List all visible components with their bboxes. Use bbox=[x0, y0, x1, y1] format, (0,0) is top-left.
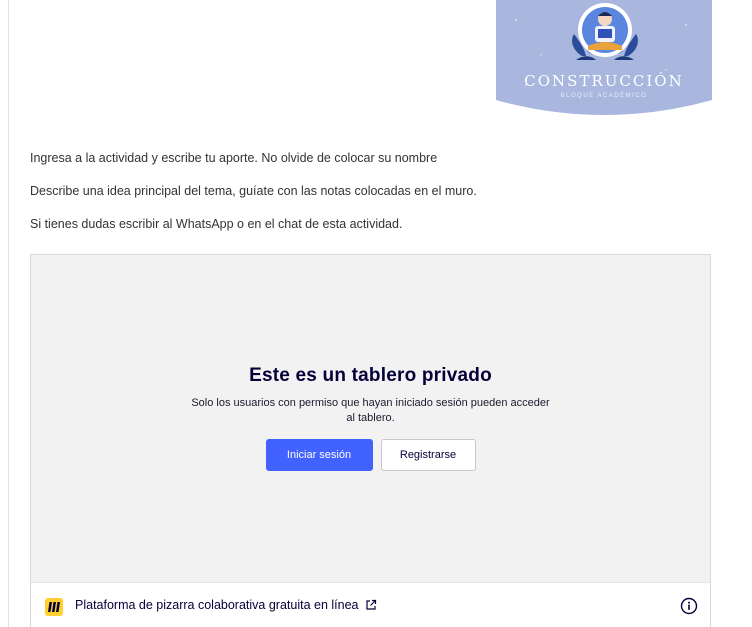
instruction-line: Si tienes dudas escribir al WhatsApp o e… bbox=[30, 217, 403, 231]
instructions: Ingresa a la actividad y escribe tu apor… bbox=[30, 150, 730, 249]
banner-title: CONSTRUCCIÓN bbox=[524, 72, 684, 90]
instruction-line: Ingresa a la actividad y escribe tu apor… bbox=[30, 151, 438, 165]
info-icon[interactable] bbox=[680, 597, 698, 615]
board-actions: Iniciar sesión Registrarse bbox=[31, 439, 710, 471]
banner-artwork bbox=[496, 0, 712, 115]
footer-link-text: Plataforma de pizarra colaborativa gratu… bbox=[75, 598, 359, 612]
board-title: Este es un tablero privado bbox=[249, 365, 492, 386]
left-divider bbox=[8, 0, 9, 627]
miro-logo-icon[interactable] bbox=[45, 598, 63, 616]
board-description: Solo los usuarios con permiso que hayan … bbox=[191, 397, 550, 424]
instruction-line: Describe una idea principal del tema, gu… bbox=[30, 184, 477, 198]
external-link-icon bbox=[365, 599, 376, 610]
login-button[interactable]: Iniciar sesión bbox=[265, 439, 373, 471]
banner-subtitle: BLOQUE ACADÉMICO bbox=[560, 93, 648, 99]
person-with-laptop-icon bbox=[578, 3, 632, 57]
register-button[interactable]: Registrarse bbox=[380, 439, 476, 471]
whiteboard-platform-link[interactable]: Plataforma de pizarra colaborativa gratu… bbox=[75, 598, 377, 612]
page: CONSTRUCCIÓN BLOQUE ACADÉMICO Ingresa a … bbox=[0, 0, 752, 627]
embedded-board: Este es un tablero privado Solo los usua… bbox=[30, 254, 711, 627]
board-footer: Plataforma de pizarra colaborativa gratu… bbox=[31, 582, 710, 627]
construccion-banner: CONSTRUCCIÓN BLOQUE ACADÉMICO bbox=[496, 0, 712, 117]
private-board-notice: Este es un tablero privado Solo los usua… bbox=[31, 364, 710, 471]
